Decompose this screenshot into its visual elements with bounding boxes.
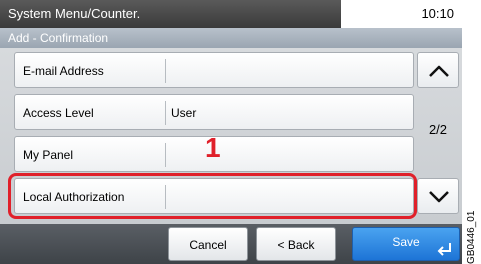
save-label: Save [392,235,420,249]
window-title: System Menu/Counter. [0,0,341,28]
row-divider [165,59,166,83]
scroll-down-button[interactable] [417,178,459,214]
row-access-level[interactable]: Access Level User [14,94,414,130]
row-label: Access Level [23,106,94,120]
back-button[interactable]: < Back [256,227,336,261]
top-bar: System Menu/Counter. 10:10 [0,0,462,28]
figure-code: GB0446_01 [466,210,477,264]
clock: 10:10 [341,0,462,28]
scroll-up-button[interactable] [417,52,459,88]
highlight-frame [8,173,417,219]
bottom-bar: Cancel < Back Save [0,224,462,264]
screen-subtitle: Add - Confirmation [0,28,462,48]
row-label: E-mail Address [23,64,104,78]
page-indicator: 2/2 [428,122,448,137]
row-email-address[interactable]: E-mail Address [14,52,414,88]
row-value: User [171,106,197,120]
row-divider [165,101,166,125]
chevron-down-icon [429,191,449,203]
enter-icon [437,243,451,256]
row-label: My Panel [23,148,74,162]
callout-number: 1 [205,132,221,163]
save-button[interactable]: Save [352,227,460,261]
panel-screen: System Menu/Counter. 10:10 Add - Confirm… [0,0,462,264]
cancel-button[interactable]: Cancel [168,227,248,261]
chevron-up-icon [429,65,449,77]
row-divider [165,143,166,167]
